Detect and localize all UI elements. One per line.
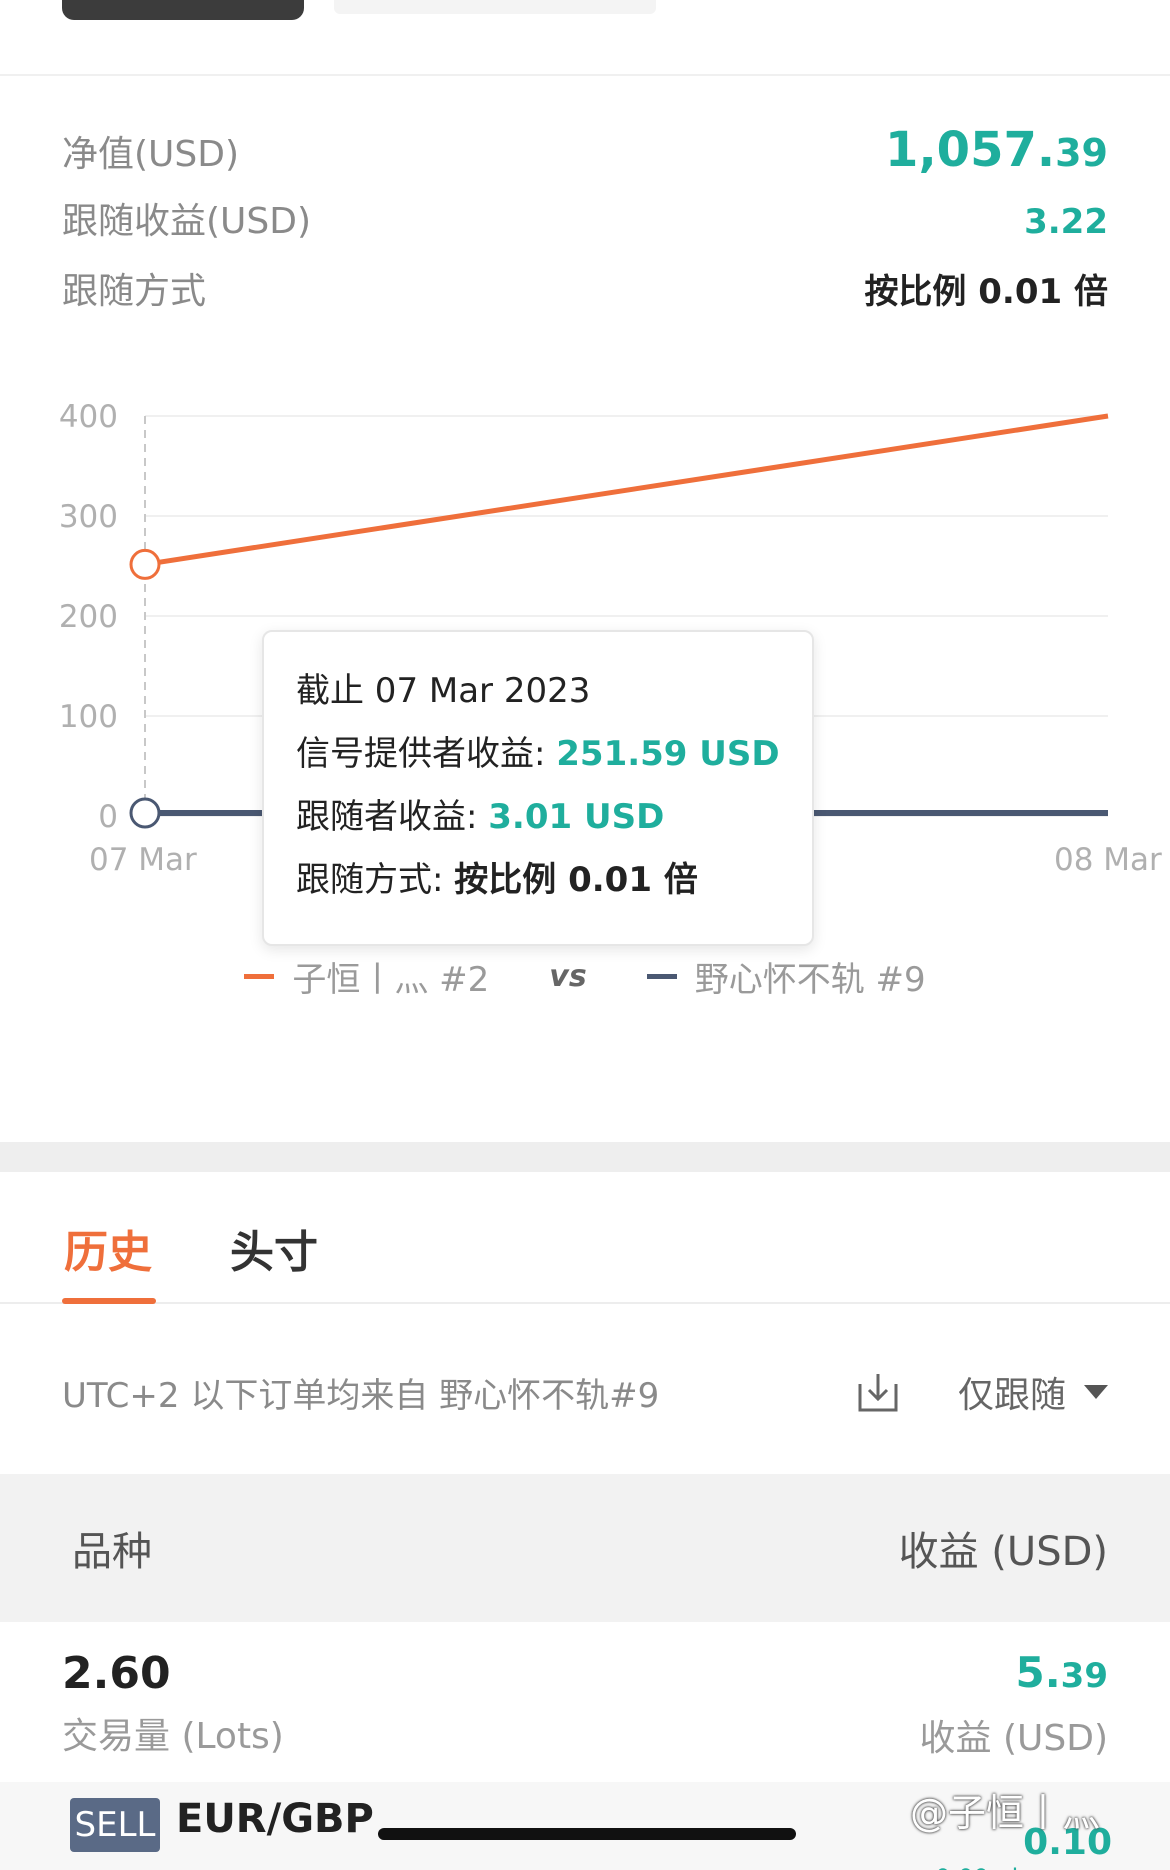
tooltip-follower-value: 3.01 USD [488, 797, 665, 837]
follow-mode-row: 跟随方式 按比例 0.01 倍 [62, 262, 1108, 314]
column-profit: 收益 (USD) [898, 1529, 1108, 1575]
follow-profit-value: 3.22 [1024, 202, 1108, 242]
only-follow-label: 仅跟随 [957, 1375, 1066, 1416]
summary-row: 2.60 交易量 (Lots) 5.39 收益 (USD) [62, 1648, 1108, 1759]
tooltip-follower-row: 跟随者收益: 3.01 USD [296, 797, 665, 837]
x-tick-label: 08 Mar [1054, 842, 1162, 878]
header-remnant [0, 0, 1170, 76]
tooltip-signal-value: 251.59 USD [556, 734, 780, 774]
total-profit-label: 收益 (USD) [919, 1718, 1108, 1759]
follow-mode-label: 跟随方式 [62, 271, 207, 312]
series-point [129, 797, 161, 829]
filter-row: UTC+2 以下订单均来自 野心怀不轨#9 仅跟随 [62, 1368, 1108, 1416]
tooltip-signal-row: 信号提供者收益: 251.59 USD [296, 734, 780, 774]
section-divider [0, 1142, 1170, 1172]
total-profit: 5.39 收益 (USD) [920, 1648, 1108, 1761]
table-header: 品种 收益 (USD) [0, 1474, 1170, 1622]
follow-profit-label: 跟随收益(USD) [62, 201, 312, 242]
symbol-label: EUR/GBP [176, 1796, 374, 1842]
only-follow-dropdown[interactable]: 仅跟随 [958, 1366, 1108, 1418]
tab-positions[interactable]: 头寸 [230, 1216, 318, 1280]
equity-label: 净值(USD) [62, 134, 240, 175]
side-badge: SELL [70, 1798, 160, 1852]
chart-legend: 子恒丨灬 #2 vs 野心怀不轨 #9 [0, 952, 1170, 1001]
header-tab[interactable] [334, 0, 656, 14]
watermark: @子恒丨灬 [910, 1791, 1101, 1835]
equity-value: 1,057.39 [885, 122, 1108, 178]
copy-trading-detail-page: 净值(USD) 1,057.39 跟随收益(USD) 3.22 跟随方式 按比例… [0, 0, 1170, 1870]
y-tick-label: 400 [59, 399, 118, 435]
download-icon[interactable] [856, 1370, 900, 1414]
active-tab-indicator [62, 1298, 156, 1304]
home-indicator [378, 1828, 796, 1840]
series-point [129, 548, 161, 580]
tab-bar: 历史 头寸 [0, 1172, 1170, 1304]
legend-label-signal: 子恒丨灬 #2 [292, 960, 490, 1000]
follow-mode-value: 按比例 0.01 倍 [864, 272, 1108, 312]
y-tick-label: 300 [59, 499, 118, 535]
column-symbol: 品种 [72, 1529, 152, 1575]
tooltip-mode-value: 按比例 0.01 倍 [454, 860, 698, 900]
y-tick-label: 200 [59, 599, 118, 635]
caret-down-icon [1084, 1385, 1108, 1399]
x-tick-label: 07 Mar [89, 842, 197, 878]
trade-pips: 0.00 pips [935, 1864, 1046, 1870]
tooltip-date: 截止 07 Mar 2023 [296, 671, 591, 711]
equity-row: 净值(USD) 1,057.39 [62, 122, 1108, 178]
chart-tooltip: 截止 07 Mar 2023 信号提供者收益: 251.59 USD 跟随者收益… [262, 630, 814, 946]
legend-label-follower: 野心怀不轨 #9 [694, 960, 926, 1000]
legend-vs: vs [549, 959, 587, 994]
avatar[interactable] [62, 0, 304, 20]
follow-profit-row: 跟随收益(USD) 3.22 [62, 192, 1108, 244]
legend-swatch-signal [244, 974, 275, 979]
total-profit-value: 5.39 [1015, 1648, 1108, 1697]
tab-history[interactable]: 历史 [64, 1216, 152, 1280]
series-line [144, 413, 1109, 567]
y-tick-label: 100 [59, 699, 118, 735]
orders-source-note: UTC+2 以下订单均来自 野心怀不轨#9 [62, 1375, 660, 1416]
tooltip-mode-row: 跟随方式: 按比例 0.01 倍 [296, 860, 698, 900]
y-tick-label: 0 [98, 799, 118, 835]
legend-swatch-follower [646, 974, 677, 979]
